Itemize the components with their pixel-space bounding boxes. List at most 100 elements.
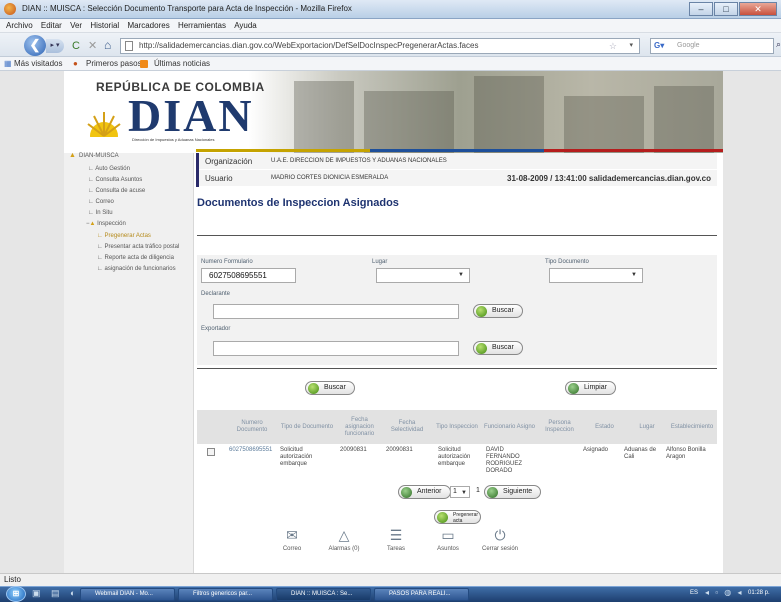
- taskbar-item-pasos[interactable]: PASOS PARA REALI...: [374, 588, 469, 601]
- user-label: Usuario: [196, 170, 261, 187]
- sidebar-item-pregenerar-actas[interactable]: ∟ Pregenerar Actas: [97, 233, 151, 239]
- pregenerar-acta-button[interactable]: Pregenerar acta: [434, 510, 481, 524]
- menu-ver[interactable]: Ver: [70, 19, 82, 33]
- search-icon[interactable]: ⌕: [776, 39, 781, 50]
- bell-icon: △: [338, 527, 350, 543]
- sidebar-item-presentar-acta[interactable]: ∟ Presentar acta tráfico postal: [97, 244, 179, 250]
- dian-logo-subtitle: Dirección de Impuestos y Aduanas Naciona…: [132, 137, 215, 142]
- menu-historial[interactable]: Historial: [90, 19, 119, 33]
- numero-formulario-input[interactable]: 6027508695551: [201, 268, 296, 283]
- forward-button[interactable]: ▸ ▾: [46, 39, 64, 53]
- status-bar: Listo: [0, 573, 781, 586]
- taskbar-item-filtros[interactable]: Filtros genericos par...: [178, 588, 273, 601]
- clock: 01:28 p.: [748, 590, 770, 596]
- lugar-select[interactable]: ▼: [376, 268, 470, 283]
- start-button[interactable]: ⊞: [6, 586, 26, 602]
- most-visited-icon: ▦: [4, 59, 12, 68]
- user-row: Usuario MADRIO CORTES DIONICIA ESMERALDA…: [196, 170, 717, 187]
- col-tipo-inspeccion: Tipo Inspeccion: [436, 423, 478, 430]
- anterior-button[interactable]: Anterior: [398, 485, 451, 499]
- buscar-button[interactable]: Buscar: [305, 381, 355, 395]
- sidebar-root[interactable]: DIAN-MUISCA: [79, 153, 119, 159]
- language-indicator[interactable]: ES: [690, 590, 698, 596]
- window-controls: – □ ✕: [688, 2, 777, 16]
- chevron-down-icon: ▼: [458, 272, 464, 278]
- bookmark-ultimas-noticias[interactable]: Últimas noticias: [154, 57, 210, 71]
- stop-icon[interactable]: ✕: [88, 39, 97, 52]
- bookmark-star-icon[interactable]: ☆: [609, 39, 617, 53]
- sidebar-item-auto-gestion[interactable]: ∟ Auto Gestión: [88, 166, 130, 172]
- declarante-label: Declarante: [201, 291, 231, 297]
- mail-icon: ✉: [286, 527, 298, 543]
- exportador-label: Exportador: [201, 326, 231, 332]
- power-icon: ⏻: [494, 527, 506, 543]
- sidebar-item-in-situ[interactable]: ∟ In Situ: [88, 210, 113, 216]
- exportador-input[interactable]: [213, 341, 459, 356]
- tipo-documento-select[interactable]: ▼: [549, 268, 643, 283]
- lugar-label: Lugar: [372, 259, 388, 265]
- tray-icons: ◂ ▫ ◍ ◂: [705, 588, 744, 597]
- maximize-button[interactable]: □: [714, 2, 738, 16]
- cell-fecha-selectividad: 20090831: [386, 447, 413, 453]
- col-fecha-selectividad: Fecha Selectividad: [390, 420, 424, 433]
- bookmark-mas-visitados[interactable]: Más visitados: [14, 57, 62, 71]
- footer-correo[interactable]: ✉ Correo: [262, 527, 322, 552]
- sidebar-item-asignacion[interactable]: ∟ asignación de funcionarios: [97, 266, 176, 272]
- sidebar: [64, 153, 194, 573]
- declarante-input[interactable]: [213, 304, 459, 319]
- footer-asuntos[interactable]: ▭ Asuntos: [418, 527, 478, 552]
- search-box[interactable]: G▾ Google: [650, 38, 774, 54]
- cell-numero-documento[interactable]: 6027508695551: [229, 447, 272, 454]
- datetime-host: 31-08-2009 / 13:41:00 salidademercancias…: [507, 174, 711, 183]
- menu-ayuda[interactable]: Ayuda: [234, 19, 257, 33]
- organization-row: Organización U.A.E. DIRECCION DE IMPUEST…: [196, 153, 717, 170]
- firefox-icon: [4, 3, 16, 15]
- chevron-down-icon: ▼: [461, 490, 467, 496]
- window-title: DIAN :: MUISCA : Selección Documento Tra…: [22, 4, 352, 13]
- col-funcionario-asigno: Funcionario Asigno: [483, 423, 536, 430]
- back-button[interactable]: ❮: [24, 35, 46, 56]
- minimize-button[interactable]: –: [689, 2, 713, 16]
- page-icon: [125, 41, 133, 51]
- page-title: Documentos de Inspeccion Asignados: [197, 197, 399, 209]
- status-text: Listo: [4, 575, 21, 584]
- footer-tareas[interactable]: ☰ Tareas: [366, 527, 426, 552]
- menu-herramientas[interactable]: Herramientas: [178, 19, 226, 33]
- bookmark-primeros-pasos[interactable]: Primeros pasos: [86, 57, 142, 71]
- close-button[interactable]: ✕: [739, 2, 777, 16]
- home-icon[interactable]: ⌂: [104, 38, 111, 52]
- sidebar-item-reporte-acta[interactable]: ∟ Reporte acta de diligencia: [97, 255, 174, 261]
- sidebar-item-correo[interactable]: ∟ Correo: [88, 199, 114, 205]
- taskbar-item-dian-muisca[interactable]: DIAN :: MUISCA : Se...: [276, 588, 371, 601]
- google-icon: G▾: [654, 41, 665, 50]
- menu-archivo[interactable]: Archivo: [6, 19, 33, 33]
- numero-formulario-label: Numero Formulario: [201, 259, 253, 265]
- url-bar[interactable]: http://salidademercancias.dian.gov.co/We…: [120, 38, 640, 54]
- url-dropdown-icon[interactable]: ▾: [629, 39, 633, 53]
- tipo-documento-label: Tipo Documento: [545, 259, 589, 265]
- page-select[interactable]: 1 ▼: [450, 486, 470, 498]
- sidebar-item-consulta-acuse[interactable]: ∟ Consulta de acuse: [88, 188, 145, 194]
- col-estado: Estado: [595, 423, 614, 430]
- sidebar-group-inspeccion[interactable]: −▲ Inspección: [86, 221, 126, 227]
- user-value: MADRIO CORTES DIONICIA ESMERALDA: [271, 175, 389, 181]
- col-fecha-asignacion: Fecha asignacion funcionario: [344, 416, 375, 437]
- cell-funcionario: DAVID FERNANDO RODRIGUEZ DORADO: [486, 447, 522, 474]
- buscar-exportador-button[interactable]: Buscar: [473, 341, 523, 355]
- taskbar-item-webmail[interactable]: Webmail DIAN - Mo...: [80, 588, 175, 601]
- footer-cerrar-sesion[interactable]: ⏻ Cerrar sesión: [470, 527, 530, 552]
- reload-icon[interactable]: C: [72, 40, 80, 52]
- search-placeholder: Google: [677, 42, 700, 49]
- title-divider: [197, 235, 717, 236]
- siguiente-button[interactable]: Siguiente: [484, 485, 542, 499]
- sidebar-item-consulta-asuntos[interactable]: ∟ Consulta Asuntos: [88, 177, 142, 183]
- menu-editar[interactable]: Editar: [41, 19, 62, 33]
- buscar-declarante-button[interactable]: Buscar: [473, 304, 523, 318]
- menu-marcadores[interactable]: Marcadores: [127, 19, 169, 33]
- limpiar-button[interactable]: Limpiar: [565, 381, 616, 395]
- footer-alarmas[interactable]: △ Alarmas (0): [314, 527, 374, 552]
- total-pages: 1: [476, 487, 480, 494]
- organization-label: Organización: [196, 153, 261, 170]
- row-checkbox[interactable]: [207, 448, 215, 456]
- cell-estado: Asignado: [583, 447, 609, 453]
